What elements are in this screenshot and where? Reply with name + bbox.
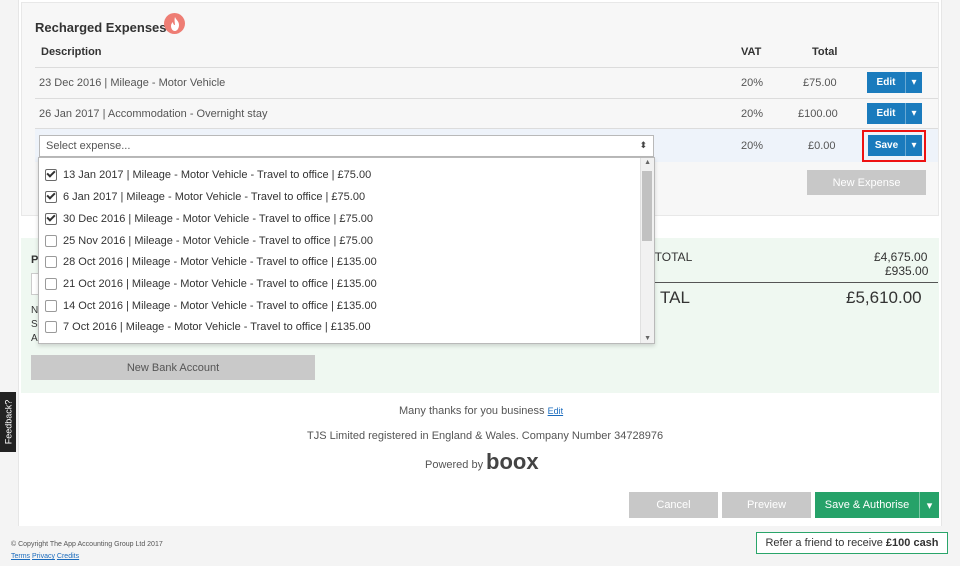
save-authorise-label: Save & Authorise (824, 499, 910, 511)
row-divider (35, 98, 938, 99)
caret-down-icon[interactable]: ▾ (919, 492, 939, 518)
save-button-highlight (862, 130, 926, 162)
dropdown-option[interactable]: 25 Nov 2016 | Mileage - Motor Vehicle - … (39, 230, 639, 251)
checkbox-unchecked-icon[interactable] (45, 234, 57, 247)
checkbox-unchecked-icon[interactable] (45, 255, 57, 268)
edit-button-row-2[interactable]: Edit ▾ (867, 103, 922, 124)
caret-down-icon[interactable]: ▾ (905, 72, 922, 93)
dropdown-option[interactable] (39, 338, 639, 343)
subtotal-value: £4,675.00 (874, 250, 928, 264)
expense-row-2-total: £100.00 (798, 108, 838, 120)
thanks-text: Many thanks for you business (399, 405, 545, 417)
dropdown-option[interactable]: 28 Oct 2016 | Mileage - Motor Vehicle - … (39, 251, 639, 272)
dropdown-option[interactable]: 30 Dec 2016 | Mileage - Motor Vehicle - … (39, 208, 639, 229)
edit-button-label: Edit (876, 77, 896, 88)
header-divider (35, 67, 938, 68)
checkbox-unchecked-icon[interactable] (45, 277, 57, 290)
footer-links: Terms Privacy Credits (11, 553, 79, 560)
total-label: TAL (660, 288, 690, 307)
col-header-vat: VAT (741, 46, 762, 58)
cancel-button[interactable]: Cancel (629, 492, 718, 518)
checkbox-checked-icon[interactable] (45, 168, 57, 181)
privacy-link[interactable]: Privacy (32, 553, 55, 560)
vat-value: £935.00 (885, 264, 929, 278)
checkbox-unchecked-icon[interactable] (45, 342, 57, 343)
scroll-down-icon[interactable]: ▼ (644, 335, 651, 342)
bank-detail-fragment-3: A (31, 333, 38, 344)
save-authorise-button[interactable]: Save & Authorise ▾ (815, 492, 939, 518)
boox-logo: boox (486, 449, 539, 474)
dropdown-option-label: 25 Nov 2016 | Mileage - Motor Vehicle - … (63, 234, 374, 247)
scroll-up-icon[interactable]: ▲ (644, 159, 651, 166)
expense-row-2-description: 26 Jan 2017 | Accommodation - Overnight … (39, 108, 268, 120)
refer-amount: £100 cash (885, 537, 939, 549)
checkbox-checked-icon[interactable] (45, 212, 57, 225)
checkbox-unchecked-icon[interactable] (45, 299, 57, 312)
fire-icon (164, 13, 185, 34)
dropdown-option-label: 13 Jan 2017 | Mileage - Motor Vehicle - … (63, 168, 372, 181)
refer-friend-banner[interactable]: Refer a friend to receive £100 cash (756, 532, 948, 554)
dropdown-scrollbar[interactable]: ▲ ▼ (640, 158, 654, 343)
dropdown-option-label: 7 Oct 2016 | Mileage - Motor Vehicle - T… (63, 320, 371, 333)
bank-detail-fragment-2: S (31, 319, 38, 330)
dropdown-option[interactable]: 13 Jan 2017 | Mileage - Motor Vehicle - … (39, 164, 639, 185)
recharged-expenses-title: Recharged Expenses (35, 20, 167, 35)
dropdown-option-label: 28 Oct 2016 | Mileage - Motor Vehicle - … (63, 255, 377, 268)
checkbox-unchecked-icon[interactable] (45, 320, 57, 333)
col-header-total: Total (812, 46, 838, 58)
total-value: £5,610.00 (846, 288, 922, 307)
copyright-text: © Copyright The App Accounting Group Ltd… (11, 541, 163, 548)
col-header-description: Description (41, 46, 102, 58)
select-expense-placeholder: Select expense... (46, 140, 131, 152)
dropdown-option-label: 14 Oct 2016 | Mileage - Motor Vehicle - … (63, 299, 377, 312)
dropdown-option-label: 6 Jan 2017 | Mileage - Motor Vehicle - T… (63, 190, 366, 203)
dropdown-option[interactable]: 14 Oct 2016 | Mileage - Motor Vehicle - … (39, 295, 639, 316)
company-registration: TJS Limited registered in England & Wale… (307, 430, 664, 442)
dropdown-option-label: 21 Oct 2016 | Mileage - Motor Vehicle - … (63, 277, 377, 290)
dropdown-option-label: 30 Dec 2016 | Mileage - Motor Vehicle - … (63, 212, 374, 225)
totals-divider (648, 282, 938, 283)
new-expense-button[interactable]: New Expense (807, 170, 926, 195)
terms-link[interactable]: Terms (11, 553, 30, 560)
preview-button[interactable]: Preview (722, 492, 811, 518)
credits-link[interactable]: Credits (57, 553, 79, 560)
new-bank-account-button[interactable]: New Bank Account (31, 355, 315, 380)
dropdown-option[interactable]: 6 Jan 2017 | Mileage - Motor Vehicle - T… (39, 186, 639, 207)
powered-by-text: Powered by (425, 459, 484, 471)
expense-row-1-vat: 20% (741, 77, 764, 89)
caret-down-icon[interactable]: ▾ (905, 103, 922, 124)
expense-row-1-description: 23 Dec 2016 | Mileage - Motor Vehicle (39, 77, 226, 89)
refer-prefix: Refer a friend to receive (765, 537, 883, 549)
expense-row-1-total: £75.00 (803, 77, 837, 89)
dropdown-option[interactable]: 21 Oct 2016 | Mileage - Motor Vehicle - … (39, 273, 639, 294)
feedback-label: Feedback? (3, 399, 13, 445)
edit-button-row-1[interactable]: Edit ▾ (867, 72, 922, 93)
expense-dropdown-list[interactable]: 13 Jan 2017 | Mileage - Motor Vehicle - … (38, 157, 655, 344)
checkbox-checked-icon[interactable] (45, 190, 57, 203)
scrollbar-thumb[interactable] (642, 171, 652, 241)
dropdown-option[interactable]: 7 Oct 2016 | Mileage - Motor Vehicle - T… (39, 316, 639, 337)
active-row-vat: 20% (741, 140, 764, 152)
feedback-tab[interactable]: Feedback? (0, 392, 16, 452)
thanks-message: Many thanks for you business Edit (399, 405, 563, 417)
active-row-total: £0.00 (808, 140, 836, 152)
select-expense-input[interactable]: Select expense... ⬍ (39, 135, 654, 157)
edit-button-label: Edit (876, 108, 896, 119)
thanks-edit-link[interactable]: Edit (548, 406, 564, 416)
expense-row-2-vat: 20% (741, 108, 764, 120)
select-arrows-icon: ⬍ (639, 140, 647, 150)
